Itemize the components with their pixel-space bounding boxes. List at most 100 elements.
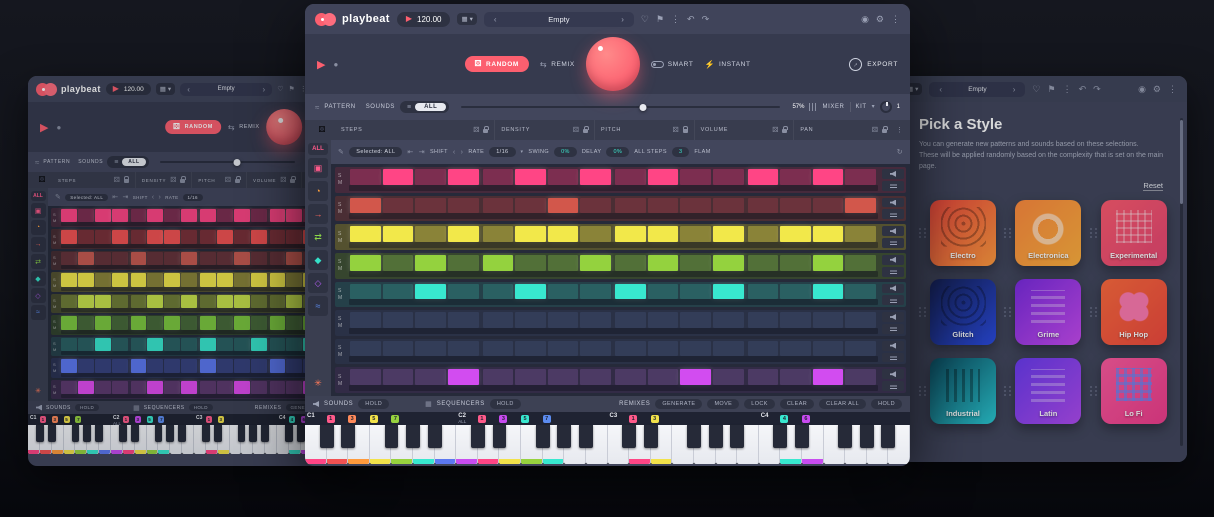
step-cell[interactable] (61, 209, 77, 222)
step-cell[interactable] (780, 226, 811, 242)
step-cell[interactable] (350, 169, 381, 185)
key-chip[interactable]: 7 (158, 416, 164, 423)
step-cell[interactable] (200, 338, 216, 351)
skip-end-icon[interactable]: ⇥ (419, 148, 425, 156)
piano-black-key[interactable] (860, 425, 874, 448)
step-cell[interactable] (270, 295, 286, 308)
play-button[interactable]: ▶ (317, 58, 325, 71)
step-cell[interactable] (680, 255, 711, 271)
step-cell[interactable] (648, 341, 679, 357)
complexity-slider[interactable] (160, 161, 296, 163)
step-cell[interactable] (780, 369, 811, 385)
piano-black-key[interactable] (72, 425, 80, 442)
step-cell[interactable] (813, 198, 844, 214)
step-cell[interactable] (780, 341, 811, 357)
tab-pattern[interactable]: PATTERN (43, 159, 70, 165)
skip-end-icon[interactable]: ⇥ (123, 193, 129, 201)
lock-icon[interactable] (483, 129, 488, 133)
sidebar-wave-icon[interactable]: ≈ (31, 305, 46, 320)
hold-button[interactable]: HOLD (189, 404, 213, 411)
preset-menu-icon[interactable]: ⋮ (671, 15, 680, 24)
swing-value[interactable]: 0% (554, 147, 577, 157)
pencil-icon[interactable]: ✎ (55, 193, 61, 201)
preset-next-icon[interactable]: › (621, 15, 624, 24)
step-cell[interactable] (548, 341, 579, 357)
piano-black-key[interactable] (214, 425, 222, 442)
step-cell[interactable] (164, 273, 180, 286)
piano-black-key[interactable] (119, 425, 127, 442)
sidebar-pad-icon[interactable]: ▣ (31, 203, 46, 218)
lock-icon[interactable] (124, 179, 129, 183)
sidebar-arrow-icon[interactable]: → (308, 204, 328, 224)
remix-button[interactable]: ⇆REMIX (228, 123, 260, 132)
piano-black-key[interactable] (795, 425, 809, 448)
step-cell[interactable] (548, 369, 579, 385)
reset-link[interactable]: Reset (1143, 181, 1163, 191)
lock-icon[interactable] (583, 129, 588, 133)
step-cell[interactable] (415, 198, 446, 214)
undo-icon[interactable]: ↶ (687, 15, 695, 24)
piano-black-key[interactable] (238, 425, 246, 442)
step-cell[interactable] (648, 198, 679, 214)
sidebar-swap-icon[interactable]: ⇄ (31, 254, 46, 269)
step-cell[interactable] (580, 226, 611, 242)
step-cell[interactable] (61, 252, 77, 265)
mixer-button[interactable]: MIXER (822, 104, 844, 110)
piano-black-key[interactable] (838, 425, 852, 448)
track-rate-button[interactable] (882, 181, 904, 191)
step-cell[interactable] (270, 252, 286, 265)
step-cell[interactable] (615, 198, 646, 214)
step-cell[interactable] (217, 295, 233, 308)
delay-value[interactable]: 0% (606, 147, 629, 157)
smart-toggle[interactable]: SMART (651, 61, 694, 68)
preset-selector[interactable]: ‹ Empty › (929, 82, 1025, 97)
step-cell[interactable] (181, 230, 197, 243)
step-cell[interactable] (713, 341, 744, 357)
step-cell[interactable] (448, 198, 479, 214)
step-cell[interactable] (181, 316, 197, 329)
tab-sounds[interactable]: SOUNDS (366, 104, 395, 110)
dice-icon[interactable]: ⚄ (673, 127, 679, 134)
track-rate-button[interactable] (882, 381, 904, 391)
track-rate-button[interactable] (882, 209, 904, 219)
step-cell[interactable] (78, 230, 94, 243)
step-cell[interactable] (78, 338, 94, 351)
key-chip[interactable]: 5 (64, 416, 70, 423)
shift-left-icon[interactable]: ‹ (152, 194, 155, 201)
step-cell[interactable] (147, 273, 163, 286)
piano-black-key[interactable] (48, 425, 56, 442)
step-cell[interactable] (181, 295, 197, 308)
step-cell[interactable] (748, 312, 779, 328)
step-cell[interactable] (270, 381, 286, 394)
solo-button[interactable]: S (53, 362, 60, 367)
step-cell[interactable] (515, 169, 546, 185)
solo-button[interactable]: S (53, 319, 60, 324)
step-cell[interactable] (615, 341, 646, 357)
step-cell[interactable] (147, 381, 163, 394)
step-cell[interactable] (350, 226, 381, 242)
tab-all[interactable]: ≡ALL (107, 156, 148, 168)
track-rate-button[interactable] (882, 324, 904, 334)
save-preset-icon[interactable]: ⚑ (288, 86, 294, 93)
step-cell[interactable] (483, 198, 514, 214)
tempo-value[interactable]: 120.00 (417, 15, 441, 24)
step-cell[interactable] (164, 252, 180, 265)
step-cell[interactable] (131, 295, 147, 308)
settings-gear-icon[interactable]: ⚙ (1153, 85, 1161, 94)
step-cell[interactable] (813, 169, 844, 185)
step-cell[interactable] (350, 198, 381, 214)
pencil-icon[interactable]: ✎ (338, 148, 344, 156)
step-cell[interactable] (548, 198, 579, 214)
more-menu-icon[interactable]: ⋮ (1168, 85, 1177, 94)
step-cell[interactable] (200, 359, 216, 372)
step-cell[interactable] (548, 284, 579, 300)
random-button[interactable]: ⚄RANDOM (464, 56, 528, 72)
mute-button[interactable]: M (53, 325, 60, 330)
step-cell[interactable] (181, 381, 197, 394)
step-cell[interactable] (112, 316, 128, 329)
step-cell[interactable] (131, 316, 147, 329)
skip-start-icon[interactable]: ⇤ (112, 193, 118, 201)
step-cell[interactable] (350, 369, 381, 385)
step-cell[interactable] (350, 255, 381, 271)
key-chip[interactable]: 7 (75, 416, 81, 423)
